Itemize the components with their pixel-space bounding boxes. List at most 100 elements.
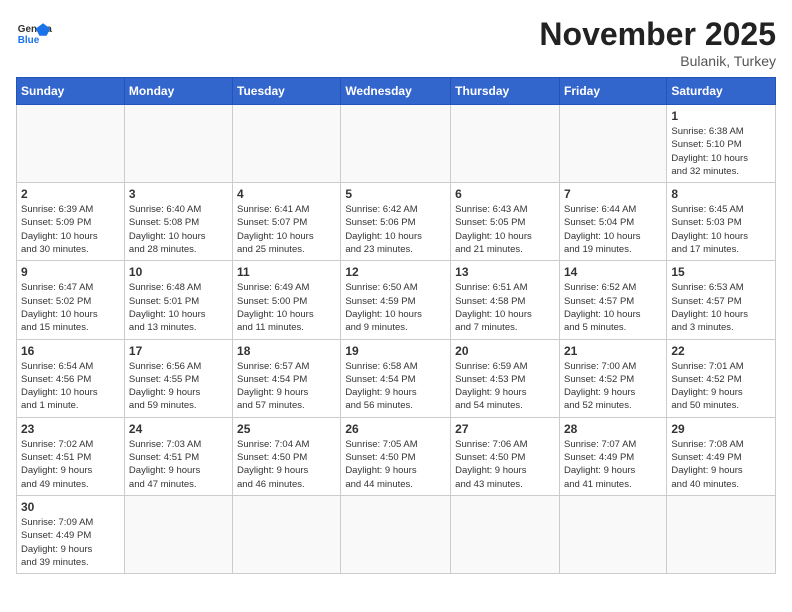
weekday-header-cell: Wednesday <box>341 78 451 105</box>
day-info: Sunrise: 6:57 AM Sunset: 4:54 PM Dayligh… <box>237 360 336 413</box>
calendar-day-cell: 15Sunrise: 6:53 AM Sunset: 4:57 PM Dayli… <box>667 261 776 339</box>
calendar-day-cell <box>17 105 125 183</box>
day-number: 5 <box>345 187 446 201</box>
logo-area: General Blue <box>16 16 52 52</box>
calendar-day-cell: 18 Sunrise: 6:57 AM Sunset: 4:54 PM Dayli… <box>233 339 341 417</box>
day-number: 20 <box>455 344 555 358</box>
day-info: Sunrise: 6:54 AM Sunset: 4:56 PM Dayligh… <box>21 360 120 413</box>
calendar-day-cell: 2 Sunrise: 6:39 AM Sunset: 5:09 PM Daylig… <box>17 183 125 261</box>
day-info: Sunrise: 6:49 AM Sunset: 5:00 PM Dayligh… <box>237 281 336 334</box>
day-number: 1 <box>671 109 771 123</box>
calendar-day-cell <box>341 495 451 573</box>
day-info: Sunrise: 7:06 AM Sunset: 4:50 PM Dayligh… <box>455 438 555 491</box>
day-info: Sunrise: 6:56 AM Sunset: 4:55 PM Dayligh… <box>129 360 228 413</box>
calendar-day-cell: 19Sunrise: 6:58 AM Sunset: 4:54 PM Dayli… <box>341 339 451 417</box>
weekday-header-cell: Tuesday <box>233 78 341 105</box>
day-info: Sunrise: 7:08 AM Sunset: 4:49 PM Dayligh… <box>671 438 771 491</box>
day-number: 11 <box>237 265 336 279</box>
calendar-week-row: 2 Sunrise: 6:39 AM Sunset: 5:09 PM Daylig… <box>17 183 776 261</box>
calendar-day-cell: 17 Sunrise: 6:56 AM Sunset: 4:55 PM Dayli… <box>124 339 232 417</box>
svg-text:Blue: Blue <box>18 35 40 46</box>
calendar-day-cell: 12 Sunrise: 6:50 AM Sunset: 4:59 PM Dayli… <box>341 261 451 339</box>
day-number: 8 <box>671 187 771 201</box>
day-number: 7 <box>564 187 662 201</box>
day-number: 17 <box>129 344 228 358</box>
calendar-day-cell: 22 Sunrise: 7:01 AM Sunset: 4:52 PM Dayli… <box>667 339 776 417</box>
day-info: Sunrise: 7:02 AM Sunset: 4:51 PM Dayligh… <box>21 438 120 491</box>
day-info: Sunrise: 6:52 AM Sunset: 4:57 PM Dayligh… <box>564 281 662 334</box>
day-number: 24 <box>129 422 228 436</box>
calendar-day-cell: 10 Sunrise: 6:48 AM Sunset: 5:01 PM Dayli… <box>124 261 232 339</box>
day-info: Sunrise: 6:48 AM Sunset: 5:01 PM Dayligh… <box>129 281 228 334</box>
calendar-day-cell: 7 Sunrise: 6:44 AM Sunset: 5:04 PM Daylig… <box>559 183 666 261</box>
weekday-header-cell: Friday <box>559 78 666 105</box>
calendar-week-row: 1 Sunrise: 6:38 AM Sunset: 5:10 PM Daylig… <box>17 105 776 183</box>
day-info: Sunrise: 6:43 AM Sunset: 5:05 PM Dayligh… <box>455 203 555 256</box>
day-number: 28 <box>564 422 662 436</box>
calendar-day-cell: 1 Sunrise: 6:38 AM Sunset: 5:10 PM Daylig… <box>667 105 776 183</box>
day-info: Sunrise: 6:38 AM Sunset: 5:10 PM Dayligh… <box>671 125 771 178</box>
calendar-day-cell <box>559 495 666 573</box>
day-info: Sunrise: 6:42 AM Sunset: 5:06 PM Dayligh… <box>345 203 446 256</box>
month-title: November 2025 <box>539 16 776 53</box>
calendar-day-cell: 6 Sunrise: 6:43 AM Sunset: 5:05 PM Daylig… <box>451 183 560 261</box>
day-number: 25 <box>237 422 336 436</box>
day-info: Sunrise: 7:03 AM Sunset: 4:51 PM Dayligh… <box>129 438 228 491</box>
day-info: Sunrise: 6:44 AM Sunset: 5:04 PM Dayligh… <box>564 203 662 256</box>
day-number: 12 <box>345 265 446 279</box>
day-number: 6 <box>455 187 555 201</box>
day-info: Sunrise: 6:40 AM Sunset: 5:08 PM Dayligh… <box>129 203 228 256</box>
day-info: Sunrise: 6:47 AM Sunset: 5:02 PM Dayligh… <box>21 281 120 334</box>
calendar-day-cell <box>451 105 560 183</box>
calendar-week-row: 9 Sunrise: 6:47 AM Sunset: 5:02 PM Daylig… <box>17 261 776 339</box>
day-number: 16 <box>21 344 120 358</box>
weekday-header-cell: Saturday <box>667 78 776 105</box>
day-number: 14 <box>564 265 662 279</box>
day-number: 2 <box>21 187 120 201</box>
day-number: 13 <box>455 265 555 279</box>
day-info: Sunrise: 6:50 AM Sunset: 4:59 PM Dayligh… <box>345 281 446 334</box>
calendar-day-cell: 30Sunrise: 7:09 AM Sunset: 4:49 PM Dayli… <box>17 495 125 573</box>
calendar-week-row: 23 Sunrise: 7:02 AM Sunset: 4:51 PM Dayli… <box>17 417 776 495</box>
title-area: November 2025 Bulanik, Turkey <box>539 16 776 69</box>
calendar-day-cell: 25 Sunrise: 7:04 AM Sunset: 4:50 PM Dayli… <box>233 417 341 495</box>
day-info: Sunrise: 6:39 AM Sunset: 5:09 PM Dayligh… <box>21 203 120 256</box>
calendar-day-cell: 28 Sunrise: 7:07 AM Sunset: 4:49 PM Dayli… <box>559 417 666 495</box>
calendar-day-cell: 13 Sunrise: 6:51 AM Sunset: 4:58 PM Dayli… <box>451 261 560 339</box>
general-blue-logo-icon: General Blue <box>16 16 52 52</box>
weekday-header-cell: Sunday <box>17 78 125 105</box>
weekday-header-cell: Thursday <box>451 78 560 105</box>
day-number: 29 <box>671 422 771 436</box>
day-info: Sunrise: 7:09 AM Sunset: 4:49 PM Dayligh… <box>21 516 120 569</box>
day-info: Sunrise: 7:01 AM Sunset: 4:52 PM Dayligh… <box>671 360 771 413</box>
day-number: 26 <box>345 422 446 436</box>
calendar-day-cell: 24 Sunrise: 7:03 AM Sunset: 4:51 PM Dayli… <box>124 417 232 495</box>
day-info: Sunrise: 7:00 AM Sunset: 4:52 PM Dayligh… <box>564 360 662 413</box>
day-number: 18 <box>237 344 336 358</box>
calendar-day-cell <box>233 495 341 573</box>
location-subtitle: Bulanik, Turkey <box>539 53 776 69</box>
day-info: Sunrise: 6:59 AM Sunset: 4:53 PM Dayligh… <box>455 360 555 413</box>
calendar-day-cell <box>341 105 451 183</box>
calendar-day-cell: 5 Sunrise: 6:42 AM Sunset: 5:06 PM Daylig… <box>341 183 451 261</box>
calendar-day-cell: 16 Sunrise: 6:54 AM Sunset: 4:56 PM Dayli… <box>17 339 125 417</box>
day-number: 9 <box>21 265 120 279</box>
day-info: Sunrise: 6:58 AM Sunset: 4:54 PM Dayligh… <box>345 360 446 413</box>
day-info: Sunrise: 6:51 AM Sunset: 4:58 PM Dayligh… <box>455 281 555 334</box>
day-number: 21 <box>564 344 662 358</box>
day-number: 23 <box>21 422 120 436</box>
day-number: 10 <box>129 265 228 279</box>
calendar-week-row: 30Sunrise: 7:09 AM Sunset: 4:49 PM Dayli… <box>17 495 776 573</box>
weekday-header-cell: Monday <box>124 78 232 105</box>
calendar-day-cell: 8 Sunrise: 6:45 AM Sunset: 5:03 PM Daylig… <box>667 183 776 261</box>
day-info: Sunrise: 6:45 AM Sunset: 5:03 PM Dayligh… <box>671 203 771 256</box>
day-number: 27 <box>455 422 555 436</box>
day-number: 22 <box>671 344 771 358</box>
day-info: Sunrise: 7:04 AM Sunset: 4:50 PM Dayligh… <box>237 438 336 491</box>
day-info: Sunrise: 6:53 AM Sunset: 4:57 PM Dayligh… <box>671 281 771 334</box>
calendar-day-cell <box>451 495 560 573</box>
calendar-day-cell: 21 Sunrise: 7:00 AM Sunset: 4:52 PM Dayli… <box>559 339 666 417</box>
day-info: Sunrise: 7:07 AM Sunset: 4:49 PM Dayligh… <box>564 438 662 491</box>
calendar-day-cell <box>124 495 232 573</box>
calendar-day-cell: 3Sunrise: 6:40 AM Sunset: 5:08 PM Daylig… <box>124 183 232 261</box>
